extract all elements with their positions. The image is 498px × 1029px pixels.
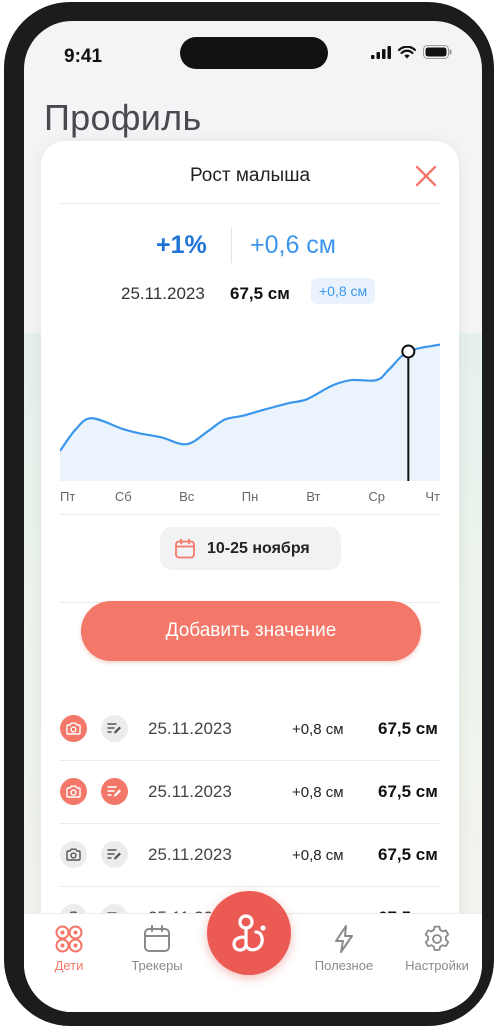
entry-value: 67,5 см [378,845,438,864]
tab-trackers[interactable]: Трекеры [112,924,202,973]
dynamic-island [180,37,328,69]
x-tick-label: Ср [368,489,385,504]
status-time: 9:41 [64,46,103,67]
tab-trackers-label: Трекеры [131,958,183,973]
app-logo-icon [232,914,266,952]
summary-date: 25.11.2023 [121,284,205,303]
tab-useful[interactable]: Полезное [299,924,389,973]
growth-chart[interactable] [60,331,440,481]
note-button[interactable] [101,778,128,805]
note-button[interactable] [101,715,128,742]
header-divider [60,203,440,204]
wifi-icon [398,45,416,58]
status-icons [371,45,452,59]
edit-note-icon [107,723,121,734]
percent-change: +1% [156,231,207,259]
list-item[interactable]: 25.11.2023 +0,8 см 67,5 см [41,824,459,887]
x-tick-label: Вт [306,489,321,504]
date-range-picker[interactable]: 10-25 ноября [160,527,341,570]
x-tick-label: Сб [114,489,132,504]
entry-delta: +0,8 см [292,847,344,864]
entry-date: 25.11.2023 [148,782,232,801]
calendar-icon [144,925,170,952]
tab-children-label: Дети [54,958,84,973]
page-title: Профиль [44,97,202,138]
children-icon [55,925,83,953]
list-item[interactable]: 25.11.2023 +0,8 см 67,5 см [41,698,459,761]
entry-date: 25.11.2023 [148,719,232,738]
note-button[interactable] [101,841,128,868]
entry-delta: +0,8 см [292,721,344,738]
entry-value: 67,5 см [378,782,438,801]
x-tick-label: Вс [179,489,195,504]
battery-icon [423,45,452,59]
date-range-label: 10-25 ноября [207,539,310,557]
summary-badge: +0,8 см [311,278,376,304]
center-action-button[interactable] [207,891,291,975]
x-tick-label: Пн [241,489,259,504]
add-value-button[interactable]: Добавить значение [81,601,421,661]
tab-children[interactable]: Дети [24,924,114,973]
close-icon[interactable] [413,163,439,189]
camera-icon [66,848,81,861]
list-item[interactable]: 25.11.2023 +0,8 см 67,5 см [41,761,459,824]
signal-icon [371,45,391,59]
lightning-icon [335,925,353,953]
edit-note-icon [107,849,121,860]
growth-sheet: Рост малыша +1% +0,6 см 25.11.2023 67,5 … [41,141,459,950]
camera-icon [66,785,81,798]
tab-settings[interactable]: Настройки [392,924,482,973]
tab-settings-label: Настройки [405,958,469,973]
status-bar: 9:41 [24,21,482,91]
calendar-icon [175,538,195,558]
tab-useful-label: Полезное [314,958,374,973]
entry-value: 67,5 см [378,719,438,738]
photo-button[interactable] [60,778,87,805]
gear-icon [424,925,450,951]
entry-delta: +0,8 см [292,784,344,801]
chart-divider [60,514,440,515]
camera-icon [66,722,81,735]
edit-note-icon [107,786,121,797]
chart-x-axis: Пт Сб Вс Пн Вт Ср Чт [60,489,440,505]
screen: 9:41 Профиль Рост малыша +1% +0,6 см 25.… [24,21,482,1012]
stat-separator [231,227,232,263]
phone-frame: 9:41 Профиль Рост малыша +1% +0,6 см 25.… [4,2,494,1026]
summary-value: 67,5 см [230,284,290,303]
x-tick-label: Пт [60,489,76,504]
photo-button[interactable] [60,715,87,742]
value-change: +0,6 см [250,231,336,259]
sheet-title: Рост малыша [189,165,311,186]
entry-date: 25.11.2023 [148,845,232,864]
chart-selected-point[interactable] [401,344,416,359]
x-tick-label: Чт [425,489,440,504]
photo-button[interactable] [60,841,87,868]
